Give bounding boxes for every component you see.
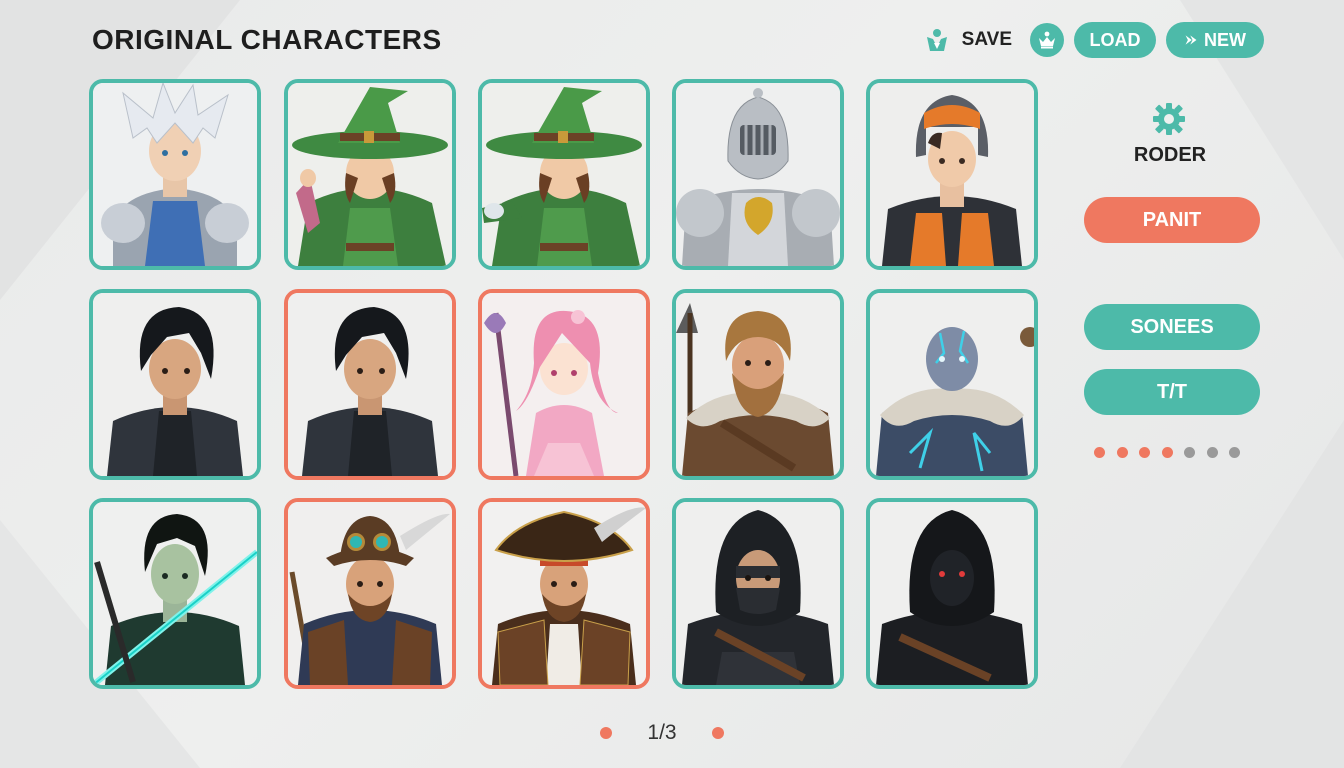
character-card-10[interactable] [866, 289, 1038, 480]
page-indicator: 1/3 [647, 721, 677, 744]
portrait-steel-knight [676, 83, 840, 266]
portrait-green-swordsman [93, 502, 257, 685]
character-card-1[interactable] [89, 79, 261, 270]
character-card-2[interactable] [284, 79, 456, 270]
arrow-icon [1185, 35, 1197, 45]
portrait-steampunk-pirate [288, 502, 452, 685]
pager: 1/3 [600, 718, 724, 748]
portrait-silver-hero [93, 83, 257, 266]
crown-button[interactable] [1030, 23, 1064, 57]
progress-dots [1094, 447, 1240, 458]
prev-page-button[interactable] [600, 727, 612, 739]
character-card-6[interactable] [89, 289, 261, 480]
save-button[interactable]: SAVE [916, 22, 1020, 58]
progress-dot [1094, 447, 1105, 458]
tt-label: T/T [1157, 380, 1187, 403]
character-card-13[interactable] [478, 498, 650, 689]
portrait-green-witch-reaching [482, 83, 646, 266]
progress-dot [1139, 447, 1150, 458]
character-card-9[interactable] [672, 289, 844, 480]
sonees-button[interactable]: SONEES [1084, 304, 1260, 350]
portrait-green-witch-waving [288, 83, 452, 266]
character-card-15[interactable] [866, 498, 1038, 689]
character-card-14[interactable] [672, 498, 844, 689]
portrait-hooded-assassin [676, 502, 840, 685]
portrait-dark-rogue-alt [288, 293, 452, 476]
progress-dot [1184, 447, 1195, 458]
load-button[interactable]: LOAD [1074, 22, 1156, 58]
next-page-button[interactable] [711, 727, 724, 739]
character-grid [89, 79, 1039, 691]
character-card-7[interactable] [284, 289, 456, 480]
character-card-11[interactable] [89, 498, 261, 689]
progress-dot [1206, 447, 1218, 458]
progress-dot [1116, 447, 1128, 458]
new-button[interactable]: NEW [1166, 22, 1264, 58]
top-toolbar: SAVE LOAD NEW [916, 22, 1264, 58]
panit-label: PANIT [1142, 208, 1202, 231]
portrait-pirate-captain [482, 502, 646, 685]
tt-button[interactable]: T/T [1084, 369, 1260, 415]
gear-icon[interactable] [1152, 102, 1186, 136]
portrait-pilot [870, 83, 1034, 266]
portrait-pink-mage [482, 293, 646, 476]
character-card-3[interactable] [478, 79, 650, 270]
character-card-5[interactable] [866, 79, 1038, 270]
character-card-12[interactable] [284, 498, 456, 689]
save-label: SAVE [961, 29, 1012, 50]
portrait-shadow-ninja [870, 502, 1034, 685]
progress-dot [1161, 447, 1173, 458]
portrait-barbarian [676, 293, 840, 476]
panel-label: RODER [1133, 144, 1207, 166]
load-label: LOAD [1089, 29, 1141, 50]
sonees-label: SONEES [1130, 315, 1214, 338]
panit-button[interactable]: PANIT [1084, 197, 1260, 243]
save-figure-icon [926, 29, 947, 51]
progress-dot [1229, 447, 1240, 458]
page-title: ORIGINAL CHARACTERS [92, 24, 442, 55]
new-label: NEW [1204, 29, 1246, 50]
portrait-blue-warrior [870, 293, 1034, 476]
crown-icon [1039, 31, 1055, 49]
character-card-4[interactable] [672, 79, 844, 270]
portrait-dark-rogue [93, 293, 257, 476]
character-card-8[interactable] [478, 289, 650, 480]
